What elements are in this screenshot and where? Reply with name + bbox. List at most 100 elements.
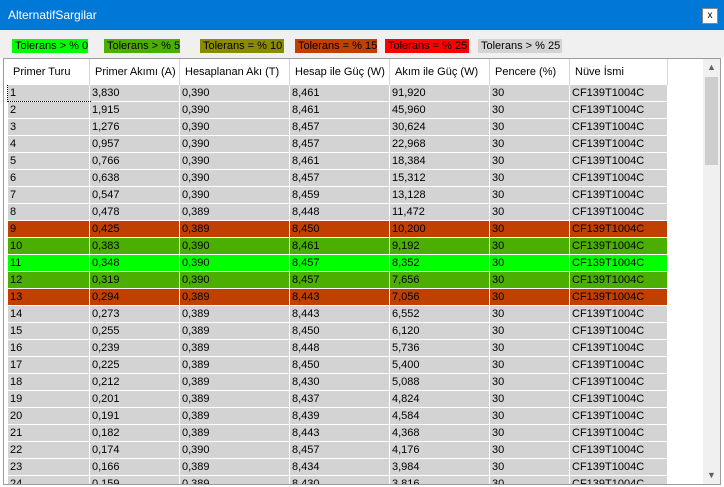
table-cell: CF139T1004C bbox=[570, 476, 668, 484]
table-cell: 0,390 bbox=[180, 102, 290, 118]
table-row[interactable]: 9 0,425 0,389 8,450 10,200 30 CF139T1004C bbox=[8, 221, 668, 238]
table-row[interactable]: 8 0,478 0,389 8,448 11,472 30 CF139T1004C bbox=[8, 204, 668, 221]
table-cell: 8,461 bbox=[290, 85, 390, 101]
table-cell: 9,192 bbox=[390, 238, 490, 254]
chevron-up-icon[interactable]: ▲ bbox=[703, 59, 720, 76]
table-row[interactable]: 17 0,225 0,389 8,450 5,400 30 CF139T1004C bbox=[8, 357, 668, 374]
vertical-scrollbar[interactable]: ▲ ▼ bbox=[703, 59, 720, 484]
table-cell: 45,960 bbox=[390, 102, 490, 118]
results-grid[interactable]: Primer Turu Primer Akımı (A) Hesaplanan Ak… bbox=[3, 58, 721, 485]
table-row[interactable]: 24 0,159 0,389 8,430 3,816 30 CF139T1004C bbox=[8, 476, 668, 484]
table-row[interactable]: 14 0,273 0,389 8,443 6,552 30 CF139T1004C bbox=[8, 306, 668, 323]
table-cell: 0,390 bbox=[180, 119, 290, 135]
table-cell: CF139T1004C bbox=[570, 425, 668, 441]
column-header[interactable]: Hesap ile Güç (W) bbox=[290, 59, 390, 85]
table-cell: 0,389 bbox=[180, 391, 290, 407]
table-cell: 8,437 bbox=[290, 391, 390, 407]
table-cell: 30 bbox=[490, 119, 570, 135]
table-row[interactable]: 1 3,830 0,390 8,461 91,920 30 CF139T1004C bbox=[7, 85, 668, 102]
table-cell: 24 bbox=[8, 476, 90, 484]
table-cell: CF139T1004C bbox=[570, 374, 668, 390]
table-cell: 0,390 bbox=[180, 238, 290, 254]
table-cell: 7 bbox=[8, 187, 90, 203]
table-cell: 17 bbox=[8, 357, 90, 373]
table-cell: CF139T1004C bbox=[570, 391, 668, 407]
table-cell: 0,191 bbox=[90, 408, 180, 424]
table-cell: 3,816 bbox=[390, 476, 490, 484]
table-cell: 3,984 bbox=[390, 459, 490, 475]
table-row[interactable]: 18 0,212 0,389 8,430 5,088 30 CF139T1004C bbox=[8, 374, 668, 391]
column-header[interactable]: Primer Turu bbox=[8, 59, 90, 85]
table-cell: 0,159 bbox=[90, 476, 180, 484]
column-header[interactable]: Hesaplanan Akı (T) bbox=[180, 59, 290, 85]
scroll-thumb[interactable] bbox=[705, 77, 718, 165]
table-cell: 2 bbox=[8, 102, 90, 118]
window-title: AlternatifSargilar bbox=[8, 8, 97, 22]
table-row[interactable]: 23 0,166 0,389 8,434 3,984 30 CF139T1004C bbox=[8, 459, 668, 476]
table-row[interactable]: 10 0,383 0,390 8,461 9,192 30 CF139T1004C bbox=[8, 238, 668, 255]
table-row[interactable]: 2 1,915 0,390 8,461 45,960 30 CF139T1004C bbox=[8, 102, 668, 119]
table-cell: 30 bbox=[490, 476, 570, 484]
table-row[interactable]: 15 0,255 0,389 8,450 6,120 30 CF139T1004C bbox=[8, 323, 668, 340]
table-row[interactable]: 13 0,294 0,389 8,443 7,056 30 CF139T1004C bbox=[8, 289, 668, 306]
table-cell: CF139T1004C bbox=[570, 238, 668, 254]
table-cell: 18 bbox=[8, 374, 90, 390]
table-cell: 8,439 bbox=[290, 408, 390, 424]
table-cell: 0,389 bbox=[180, 323, 290, 339]
table-cell: 4,824 bbox=[390, 391, 490, 407]
table-cell: 8,352 bbox=[390, 255, 490, 271]
table-cell: 0,638 bbox=[90, 170, 180, 186]
table-cell: CF139T1004C bbox=[570, 85, 668, 101]
table-cell: 30 bbox=[490, 204, 570, 220]
table-row[interactable]: 20 0,191 0,389 8,439 4,584 30 CF139T1004C bbox=[8, 408, 668, 425]
table-cell: 1,276 bbox=[90, 119, 180, 135]
table-cell: CF139T1004C bbox=[570, 272, 668, 288]
table-cell: 15 bbox=[8, 323, 90, 339]
table-row[interactable]: 4 0,957 0,390 8,457 22,968 30 CF139T1004C bbox=[8, 136, 668, 153]
table-cell: CF139T1004C bbox=[570, 102, 668, 118]
table-cell: 8,459 bbox=[290, 187, 390, 203]
table-cell: 3,830 bbox=[90, 85, 180, 101]
table-cell: 11,472 bbox=[390, 204, 490, 220]
table-row[interactable]: 12 0,319 0,390 8,457 7,656 30 CF139T1004C bbox=[8, 272, 668, 289]
table-cell: 13 bbox=[8, 289, 90, 305]
column-header[interactable]: Akım ile Güç (W) bbox=[390, 59, 490, 85]
table-row[interactable]: 5 0,766 0,390 8,461 18,384 30 CF139T1004C bbox=[8, 153, 668, 170]
legend-item: Tolerans = % 25 bbox=[385, 39, 469, 53]
table-cell: 0,547 bbox=[90, 187, 180, 203]
table-cell: CF139T1004C bbox=[570, 323, 668, 339]
table-cell: 6,120 bbox=[390, 323, 490, 339]
table-cell: 30 bbox=[490, 136, 570, 152]
chevron-down-icon[interactable]: ▼ bbox=[703, 467, 720, 484]
table-cell: 30 bbox=[490, 374, 570, 390]
table-cell: 8,450 bbox=[290, 323, 390, 339]
table-row[interactable]: 22 0,174 0,390 8,457 4,176 30 CF139T1004C bbox=[8, 442, 668, 459]
table-cell: 8,457 bbox=[290, 272, 390, 288]
table-row[interactable]: 21 0,182 0,389 8,443 4,368 30 CF139T1004C bbox=[8, 425, 668, 442]
table-cell: CF139T1004C bbox=[570, 170, 668, 186]
column-header[interactable]: Pencere (%) bbox=[490, 59, 570, 85]
table-row[interactable]: 7 0,547 0,390 8,459 13,128 30 CF139T1004C bbox=[8, 187, 668, 204]
table-cell: 30,624 bbox=[390, 119, 490, 135]
table-cell: 7,656 bbox=[390, 272, 490, 288]
column-header[interactable]: Primer Akımı (A) bbox=[90, 59, 180, 85]
table-cell: 8,461 bbox=[290, 238, 390, 254]
table-cell: 0,390 bbox=[180, 153, 290, 169]
table-cell: 0,348 bbox=[90, 255, 180, 271]
table-row[interactable]: 16 0,239 0,389 8,448 5,736 30 CF139T1004C bbox=[8, 340, 668, 357]
table-row[interactable]: 6 0,638 0,390 8,457 15,312 30 CF139T1004C bbox=[8, 170, 668, 187]
close-button[interactable]: x bbox=[702, 8, 718, 24]
table-row[interactable]: 11 0,348 0,390 8,457 8,352 30 CF139T1004C bbox=[8, 255, 668, 272]
table-cell: 0,389 bbox=[180, 425, 290, 441]
table-row[interactable]: 19 0,201 0,389 8,437 4,824 30 CF139T1004C bbox=[8, 391, 668, 408]
column-header[interactable]: Nüve İsmi bbox=[570, 59, 668, 85]
table-cell: 8,457 bbox=[290, 136, 390, 152]
tolerance-legend: Tolerans > % 0 Tolerans > % 5 Tolerans = %… bbox=[0, 30, 724, 58]
table-cell: 8,461 bbox=[290, 102, 390, 118]
table-cell: CF139T1004C bbox=[570, 119, 668, 135]
table-cell: 0,389 bbox=[180, 340, 290, 356]
table-cell: 15,312 bbox=[390, 170, 490, 186]
table-row[interactable]: 3 1,276 0,390 8,457 30,624 30 CF139T1004C bbox=[8, 119, 668, 136]
table-cell: 5 bbox=[8, 153, 90, 169]
table-cell: 30 bbox=[490, 255, 570, 271]
